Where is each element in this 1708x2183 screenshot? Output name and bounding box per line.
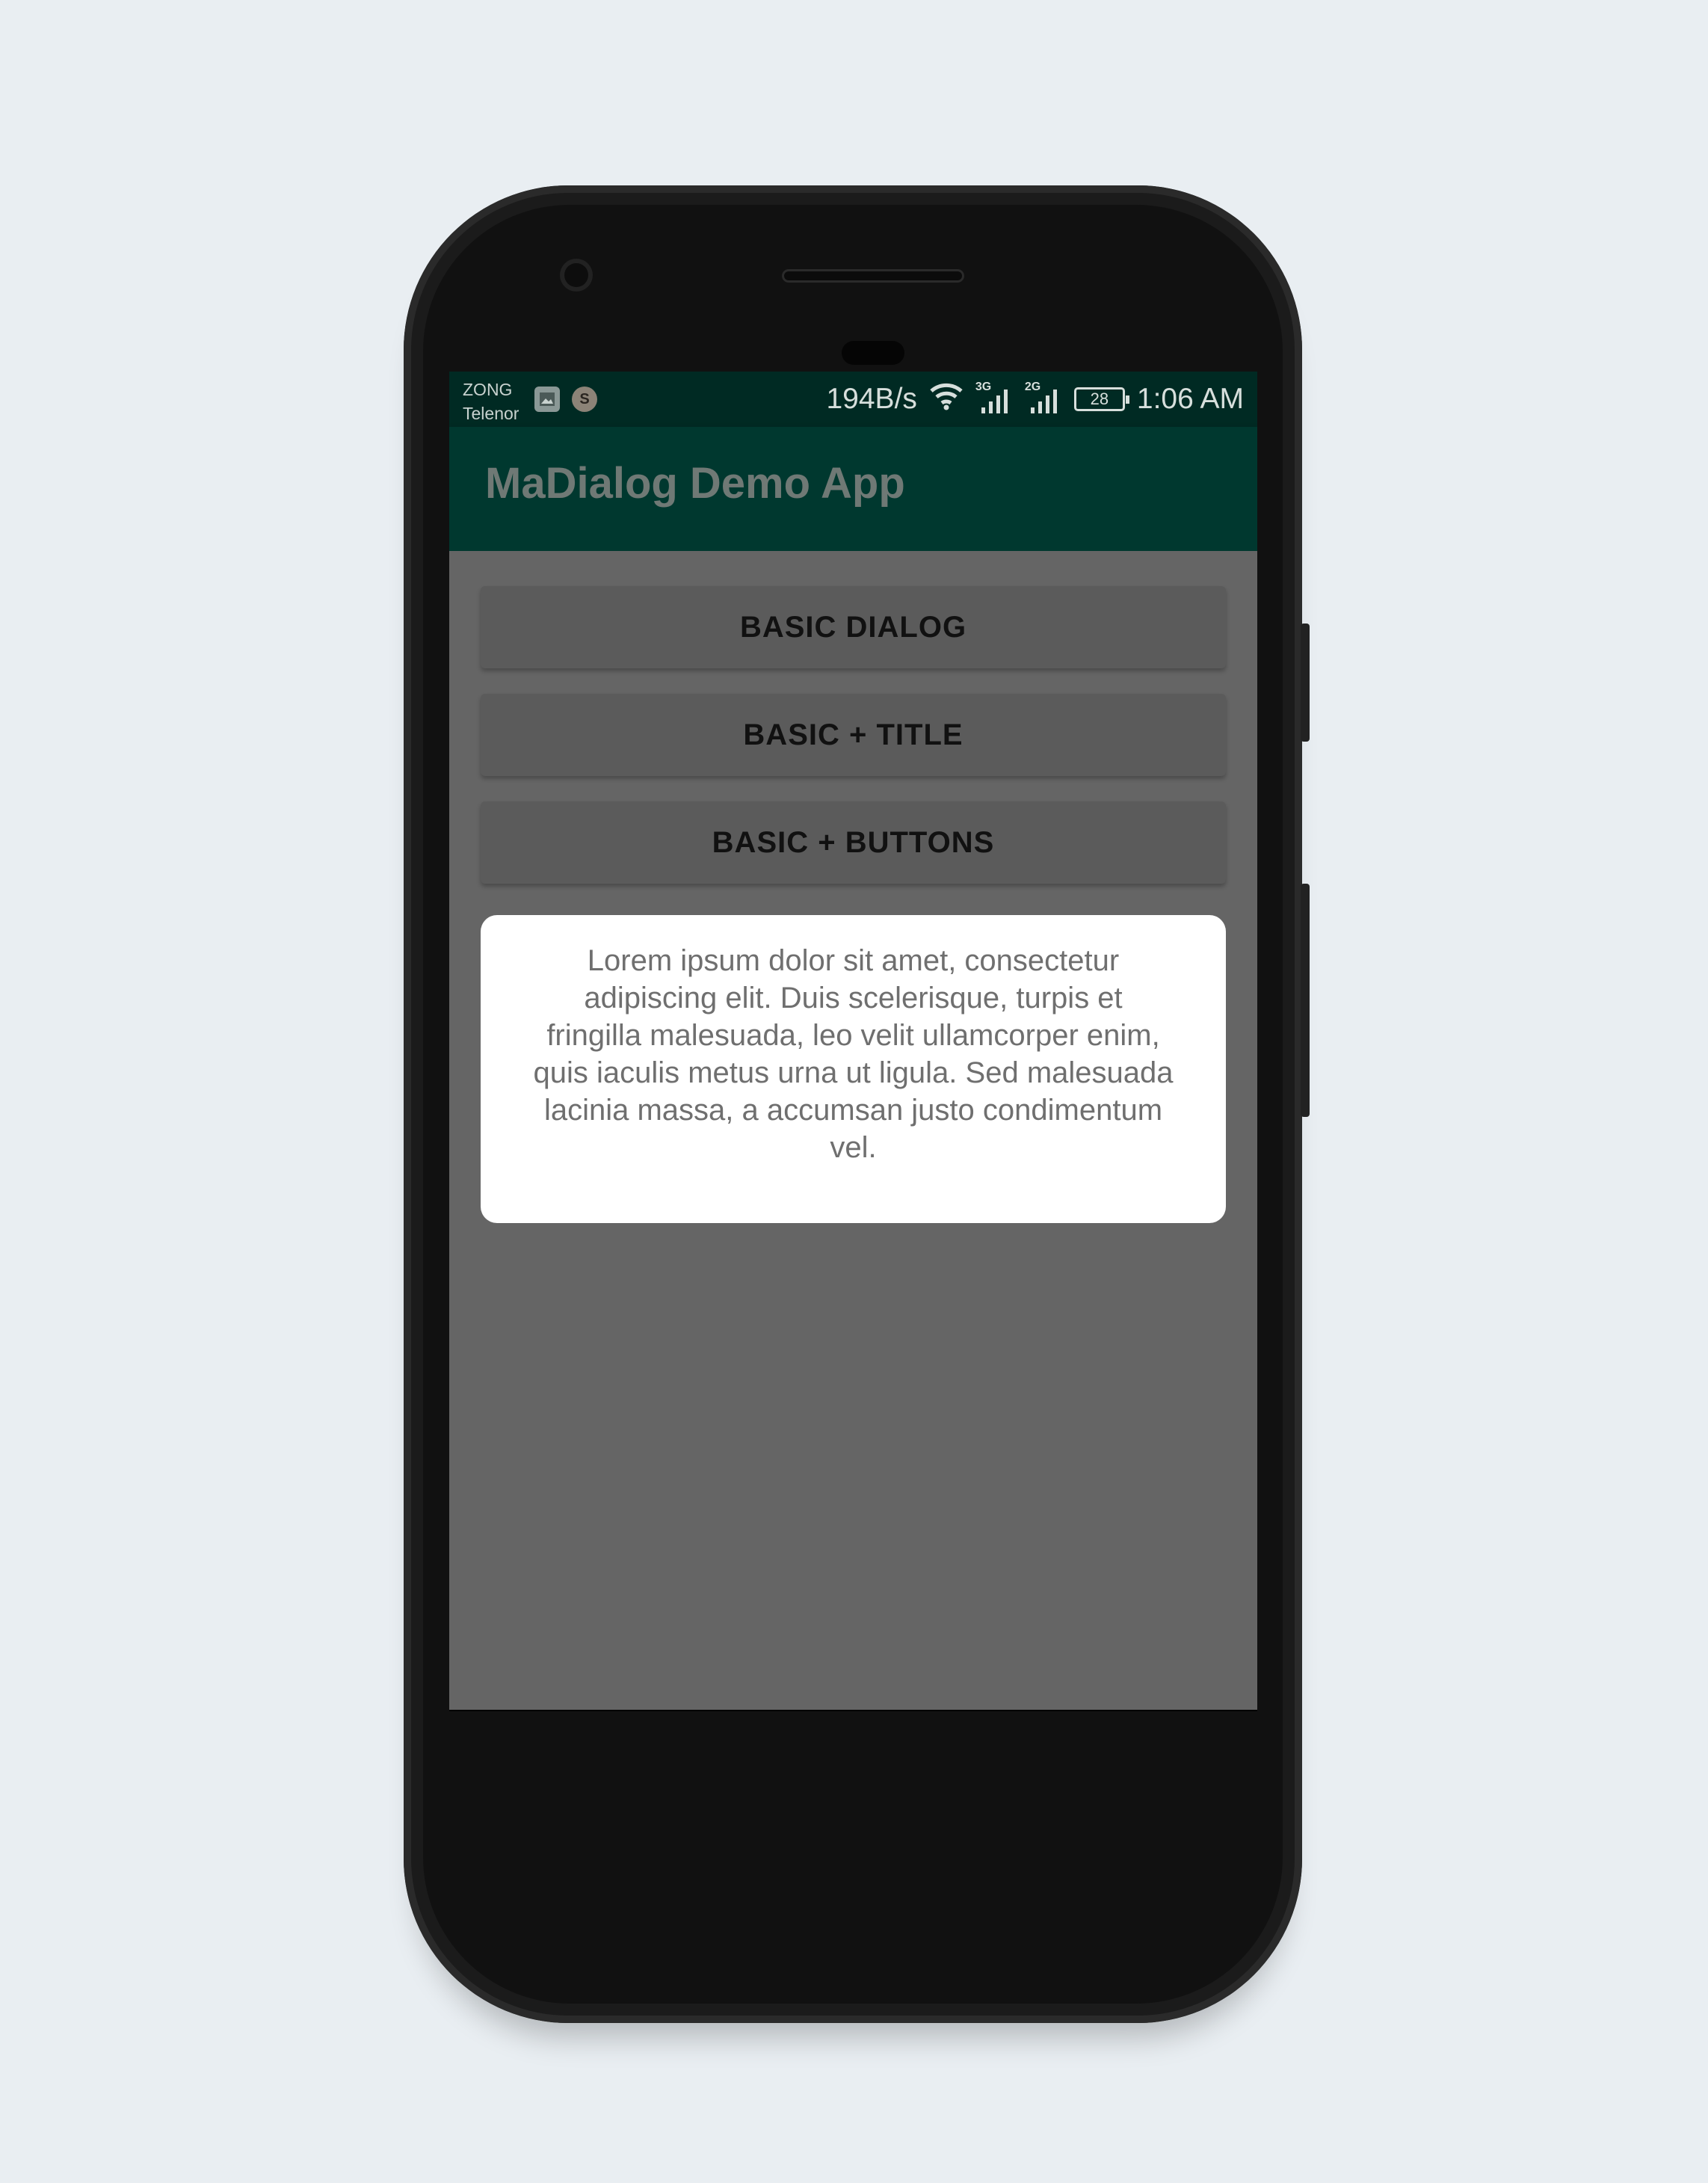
carrier-2: Telenor [463, 404, 520, 423]
gallery-icon [534, 387, 560, 412]
s-app-icon: S [572, 387, 597, 412]
front-camera [560, 259, 593, 292]
status-right: 194B/s 3G 2G 28 1:06 AM [826, 372, 1244, 427]
app-title: MaDialog Demo App [485, 459, 905, 508]
basic-buttons-button[interactable]: BASIC + BUTTONS [481, 801, 1226, 884]
earpiece-speaker [782, 269, 964, 283]
signal-2g-icon: 2G [1025, 381, 1062, 416]
clock: 1:06 AM [1136, 383, 1244, 415]
dialog-message: Lorem ipsum dolor sit amet, consectetur … [533, 944, 1174, 1164]
basic-title-button[interactable]: BASIC + TITLE [481, 694, 1226, 776]
signal-3g-icon: 3G [975, 381, 1013, 416]
status-bar: ZONG Telenor S 194B/s 3G 2G 28 1:06 AM [449, 372, 1257, 427]
carrier-labels: ZONG Telenor [463, 378, 519, 425]
battery-level: 28 [1090, 390, 1109, 408]
app-bar: MaDialog Demo App [449, 427, 1257, 551]
carrier-1: ZONG [463, 380, 513, 399]
power-button [1301, 624, 1310, 742]
proximity-sensor [842, 341, 904, 365]
network-speed: 194B/s [826, 383, 917, 415]
wifi-icon [929, 381, 964, 418]
basic-dialog-button[interactable]: BASIC DIALOG [481, 586, 1226, 668]
volume-button [1301, 884, 1310, 1117]
battery-icon: 28 [1073, 387, 1129, 411]
message-dialog: Lorem ipsum dolor sit amet, consectetur … [481, 915, 1226, 1223]
